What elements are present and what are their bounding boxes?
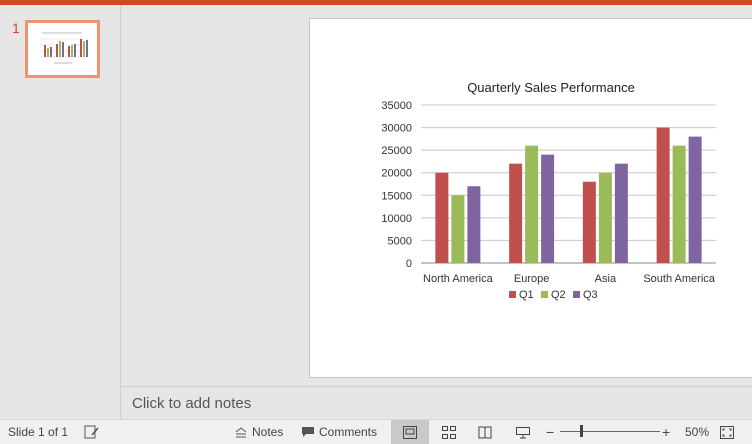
zoom-level[interactable]: 50%: [685, 420, 709, 444]
legend-label: Q1: [519, 289, 534, 301]
bar-q2: [451, 195, 465, 263]
y-tick-label: 10000: [381, 213, 412, 225]
bar-q3: [541, 154, 555, 263]
bar-q1: [509, 163, 523, 263]
slide-number: 1: [12, 20, 20, 36]
status-bar: Slide 1 of 1 Notes Comments − + 50%: [0, 419, 752, 444]
bar-q1: [582, 181, 596, 263]
slide-count: Slide 1 of 1: [8, 425, 69, 439]
bar-q2: [672, 145, 686, 263]
zoom-slider-track[interactable]: [560, 431, 660, 432]
notes-button-label: Notes: [252, 425, 284, 439]
zoom-slider-thumb[interactable]: [580, 425, 583, 437]
normal-view-icon: [403, 425, 417, 439]
legend-label: Q3: [583, 289, 598, 301]
y-tick-label: 25000: [381, 145, 412, 157]
notes-button[interactable]: Notes: [234, 420, 283, 444]
chart[interactable]: Quarterly Sales Performance 0 5000 10000 15…: [310, 19, 752, 377]
y-tick-label: 20000: [381, 168, 412, 180]
reading-view-icon: [478, 426, 492, 438]
bar-q3: [688, 136, 702, 263]
zoom-out-button[interactable]: −: [546, 420, 554, 444]
x-tick-label: Asia: [595, 273, 617, 285]
legend-swatch: [573, 291, 580, 298]
chart-gridlines: [421, 104, 716, 264]
comment-icon: [302, 427, 314, 437]
slideshow-icon: [516, 426, 530, 438]
fit-to-window-icon[interactable]: [720, 420, 734, 444]
x-tick-label: North America: [423, 273, 494, 285]
chart-title: Quarterly Sales Performance: [467, 80, 635, 95]
y-tick-label: 30000: [381, 123, 412, 135]
slide-thumbnail-preview: [28, 23, 97, 75]
x-tick-label: Europe: [514, 273, 549, 285]
bar-q2: [525, 145, 539, 263]
bar-q1: [435, 172, 449, 263]
normal-view-button[interactable]: [391, 420, 429, 444]
slideshow-button[interactable]: [504, 420, 542, 444]
legend-swatch: [509, 291, 516, 298]
y-tick-label: 35000: [381, 100, 412, 112]
legend-label: Q2: [551, 289, 566, 301]
slide-sorter-icon: [442, 425, 456, 439]
bar-q1: [656, 127, 670, 263]
y-tick-label: 5000: [388, 235, 412, 247]
x-axis-ticks: North America Europe Asia South America: [423, 273, 716, 285]
y-tick-label: 0: [406, 258, 412, 270]
reading-view-button[interactable]: [466, 420, 504, 444]
y-tick-label: 15000: [381, 190, 412, 202]
comments-button-label: Comments: [319, 425, 378, 439]
bar-q3: [614, 163, 628, 263]
zoom-in-button[interactable]: +: [662, 420, 670, 444]
chart-legend: Q1 Q2 Q3: [509, 289, 598, 301]
slide-thumbnail[interactable]: [25, 20, 100, 78]
x-tick-label: South America: [643, 273, 715, 285]
comments-button[interactable]: Comments: [301, 420, 377, 444]
bar-q3: [467, 186, 481, 263]
slide-sorter-button[interactable]: [430, 420, 468, 444]
notes-pane[interactable]: Click to add notes: [121, 386, 752, 420]
slide-editing-area: Quarterly Sales Performance 0 5000 10000 15…: [121, 5, 752, 386]
slide-canvas[interactable]: Quarterly Sales Performance 0 5000 10000 15…: [309, 18, 752, 378]
notes-placeholder: Click to add notes: [132, 395, 252, 412]
slide-thumbnail-pane: 1: [0, 5, 121, 419]
bar-q2: [598, 172, 612, 263]
accessibility-check-icon[interactable]: [84, 420, 100, 444]
legend-swatch: [541, 291, 548, 298]
notes-icon: [235, 427, 247, 438]
y-axis-ticks: 0 5000 10000 15000 20000 25000 30000 35000: [381, 100, 412, 270]
